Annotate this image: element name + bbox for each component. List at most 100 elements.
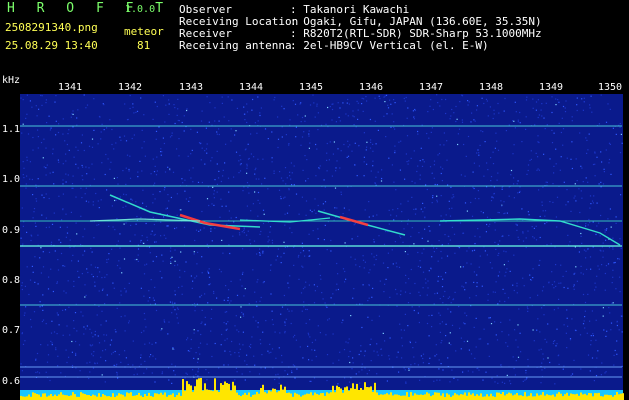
noise-speck <box>481 285 483 287</box>
noise-speck <box>408 160 410 162</box>
noise-speck <box>395 262 397 264</box>
noise-speck <box>409 341 411 344</box>
noise-speck <box>165 104 167 106</box>
noise-speck <box>466 315 468 317</box>
noise-speck <box>332 333 334 335</box>
noise-speck <box>559 169 561 171</box>
noise-speck <box>468 247 470 249</box>
noise-speck <box>137 171 139 173</box>
x-tick-label: 1345 <box>299 82 323 93</box>
noise-speck <box>492 291 494 293</box>
noise-speck <box>385 230 387 233</box>
signal-bar <box>402 395 404 400</box>
noise-speck <box>197 251 199 253</box>
noise-speck <box>527 169 529 172</box>
noise-speck <box>347 115 349 117</box>
noise-speck <box>264 367 266 369</box>
signal-bar <box>306 393 308 400</box>
noise-speck <box>152 297 154 299</box>
noise-speck <box>171 135 173 137</box>
noise-speck <box>512 153 514 155</box>
noise-speck <box>490 157 492 159</box>
signal-bar <box>352 383 354 400</box>
noise-speck <box>541 307 543 309</box>
noise-speck <box>147 300 149 302</box>
noise-speck <box>370 139 372 141</box>
noise-speck <box>302 288 305 290</box>
noise-speck <box>313 284 315 286</box>
noise-speck <box>538 189 540 191</box>
noise-speck <box>170 247 172 249</box>
noise-speck <box>415 208 417 210</box>
noise-speck <box>331 108 334 111</box>
noise-speck <box>340 191 342 193</box>
noise-speck <box>92 276 94 278</box>
noise-speck <box>161 371 163 373</box>
noise-speck <box>487 115 489 117</box>
noise-speck <box>201 147 203 149</box>
noise-speck <box>338 116 340 118</box>
noise-speck <box>334 187 337 189</box>
noise-speck <box>210 318 212 320</box>
noise-speck <box>264 177 266 179</box>
noise-speck <box>466 340 469 342</box>
noise-speck <box>322 298 324 300</box>
noise-speck <box>433 164 435 166</box>
signal-bar <box>470 394 472 400</box>
noise-speck <box>441 98 443 101</box>
noise-speck <box>178 155 180 157</box>
noise-speck <box>201 181 203 184</box>
signal-bar <box>436 392 438 400</box>
noise-speck <box>335 121 337 123</box>
noise-speck <box>452 298 455 300</box>
noise-speck <box>454 252 456 254</box>
noise-speck <box>173 370 175 372</box>
noise-speck <box>414 108 416 111</box>
noise-speck <box>372 165 374 167</box>
signal-bar <box>490 393 492 400</box>
noise-speck <box>169 250 172 252</box>
noise-speck <box>89 361 91 363</box>
noise-speck <box>289 175 291 177</box>
noise-speck <box>80 142 83 144</box>
noise-speck <box>512 284 514 286</box>
y-tick-label: 0.8 <box>2 275 20 286</box>
noise-speck <box>176 193 178 195</box>
noise-speck <box>172 306 174 308</box>
noise-speck <box>101 310 103 312</box>
noise-speck <box>176 148 178 150</box>
signal-bar <box>364 382 366 400</box>
noise-speck <box>188 169 190 171</box>
noise-speck <box>84 296 86 298</box>
noise-speck <box>193 357 195 359</box>
noise-speck <box>326 379 328 382</box>
noise-speck <box>427 240 429 242</box>
noise-speck <box>584 310 586 312</box>
signal-bar <box>554 396 556 400</box>
signal-bar <box>296 393 298 400</box>
noise-speck <box>113 177 115 179</box>
signal-bar <box>618 394 620 400</box>
noise-speck <box>490 176 493 178</box>
noise-speck <box>292 100 294 102</box>
noise-speck <box>490 323 493 325</box>
noise-speck <box>254 364 256 366</box>
noise-speck <box>301 246 304 248</box>
noise-speck <box>524 379 526 381</box>
noise-speck <box>216 131 218 133</box>
noise-speck <box>174 107 176 109</box>
signal-bar <box>230 390 232 400</box>
noise-speck <box>368 297 370 299</box>
noise-speck <box>579 132 581 134</box>
noise-speck <box>391 113 393 115</box>
signal-bar <box>62 394 64 400</box>
noise-speck <box>410 157 412 159</box>
noise-speck <box>439 224 441 226</box>
noise-speck <box>589 195 592 197</box>
noise-speck <box>450 302 452 304</box>
noise-speck <box>358 371 360 373</box>
noise-speck <box>166 207 168 209</box>
noise-speck <box>335 167 337 169</box>
noise-speck <box>41 214 43 216</box>
spectrogram-plot: kHz 1.1 1.0 0.9 0.8 0.7 0.6 1341 1342 13… <box>0 75 629 400</box>
